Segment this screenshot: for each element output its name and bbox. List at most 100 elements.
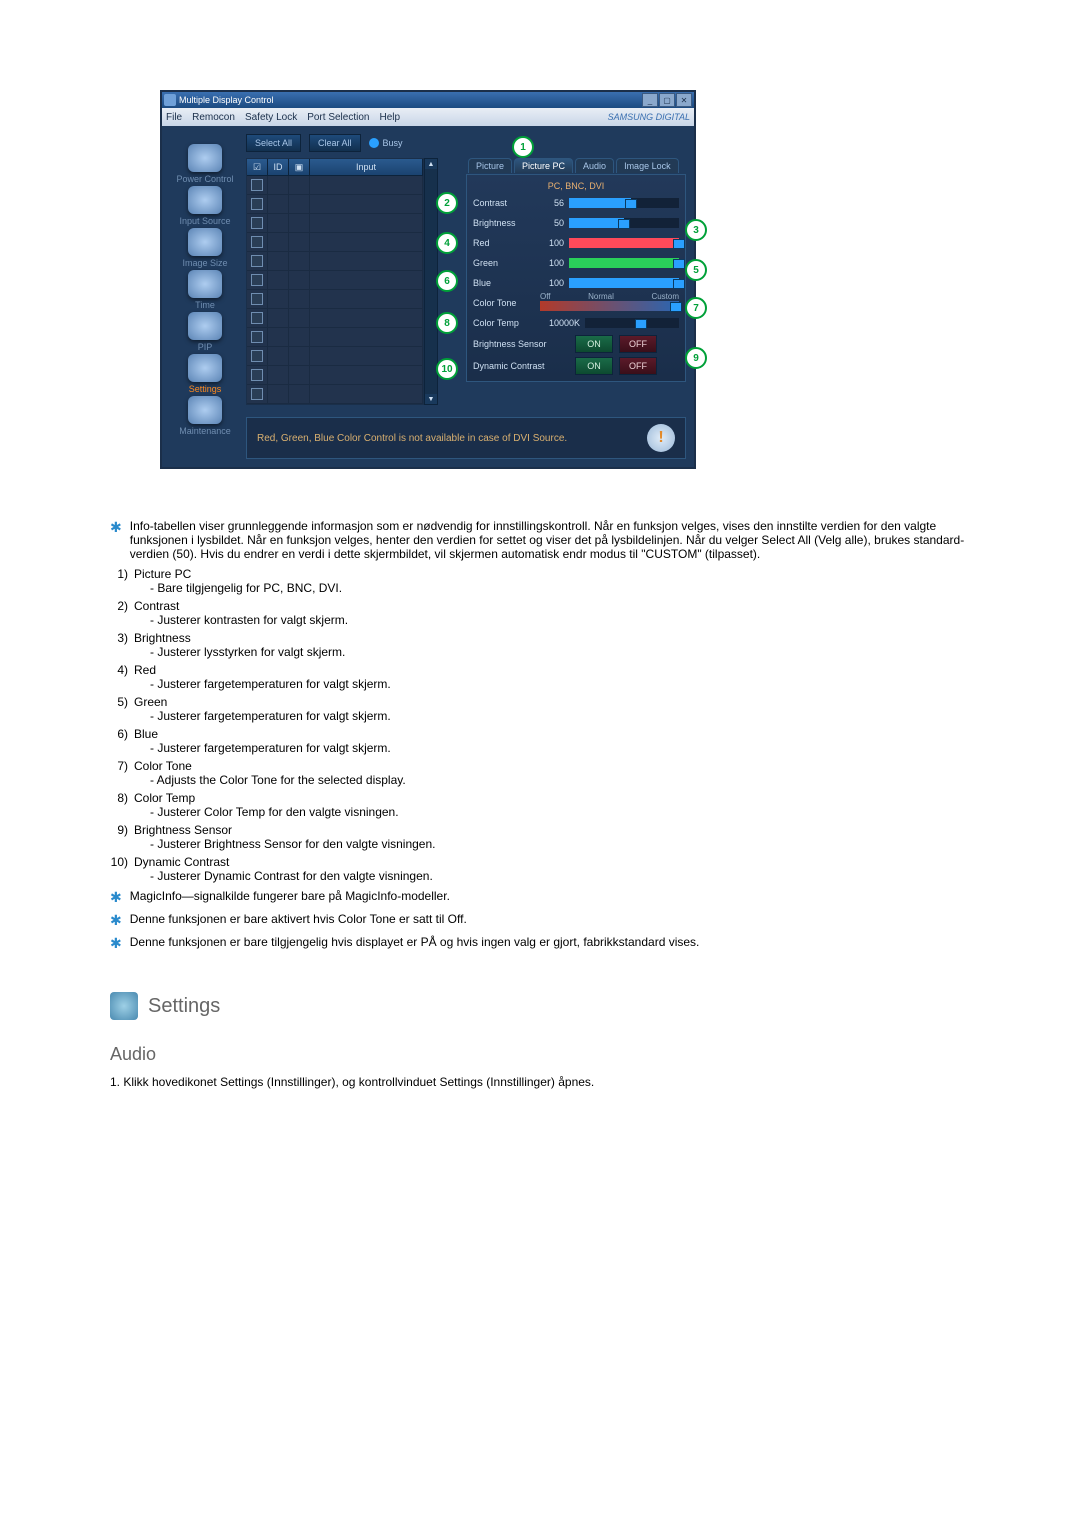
color-tone-slider[interactable] <box>540 301 679 311</box>
callout-2: 2 <box>436 192 458 214</box>
dynamic-contrast-off[interactable]: OFF <box>619 357 657 375</box>
menu-port-selection[interactable]: Port Selection <box>307 112 369 123</box>
sidebar-icon <box>188 270 222 298</box>
settings-panel: PC, BNC, DVI Contrast56Brightness50Red10… <box>466 174 686 382</box>
note-item: ✱MagicInfo—signalkilde fungerer bare på … <box>110 889 970 906</box>
callout-7: 7 <box>685 297 707 319</box>
green-slider[interactable] <box>569 258 679 268</box>
scroll-down-icon[interactable]: ▼ <box>425 394 437 404</box>
list-item: 1)Picture PC <box>110 567 970 581</box>
list-item: 9)Brightness Sensor <box>110 823 970 837</box>
close-button[interactable]: ✕ <box>676 93 692 107</box>
sidebar-item-power-control[interactable]: Power Control <box>176 144 233 184</box>
row-checkbox[interactable] <box>251 274 263 286</box>
brightness-sensor-on[interactable]: ON <box>575 335 613 353</box>
table-row[interactable] <box>247 233 423 252</box>
row-checkbox[interactable] <box>251 198 263 210</box>
star-icon: ✱ <box>110 889 122 906</box>
table-row[interactable] <box>247 176 423 195</box>
tab-image-lock[interactable]: Image Lock <box>616 158 679 173</box>
blue-slider[interactable] <box>569 278 679 288</box>
menu-safety-lock[interactable]: Safety Lock <box>245 112 297 123</box>
table-row[interactable] <box>247 309 423 328</box>
row-checkbox[interactable] <box>251 293 263 305</box>
note-item: ✱Denne funksjonen er bare tilgjengelig h… <box>110 935 970 952</box>
table-row[interactable] <box>247 271 423 290</box>
row-checkbox[interactable] <box>251 369 263 381</box>
row-dynamic-contrast: Dynamic Contrast ON OFF <box>473 356 679 376</box>
table-row[interactable] <box>247 252 423 271</box>
tab-picture-pc[interactable]: Picture PC <box>514 158 573 173</box>
table-row[interactable] <box>247 347 423 366</box>
sidebar-icon <box>188 312 222 340</box>
table-row[interactable] <box>247 290 423 309</box>
settings-section-title: Settings <box>148 995 220 1018</box>
sidebar-icon <box>188 144 222 172</box>
app-title: Multiple Display Control <box>179 95 642 105</box>
menu-remocon[interactable]: Remocon <box>192 112 235 123</box>
row-color-temp: Color Temp 10000K <box>473 314 679 332</box>
maximize-button[interactable]: ▢ <box>659 93 675 107</box>
row-color-tone: Color Tone Off Normal Custom <box>473 294 679 312</box>
menu-help[interactable]: Help <box>379 112 400 123</box>
th-id: ID <box>268 159 289 175</box>
busy-dot-icon <box>369 138 379 148</box>
dynamic-contrast-on[interactable]: ON <box>575 357 613 375</box>
sidebar-item-time[interactable]: Time <box>188 270 222 310</box>
sidebar-item-pip[interactable]: PIP <box>188 312 222 352</box>
color-temp-slider[interactable] <box>585 318 679 328</box>
table-row[interactable] <box>247 366 423 385</box>
audio-step-text: 1. Klikk hovedikonet Settings (Innstilli… <box>110 1075 970 1089</box>
clear-all-button[interactable]: Clear All <box>309 134 361 152</box>
table-row[interactable] <box>247 195 423 214</box>
row-checkbox[interactable] <box>251 179 263 191</box>
list-item: 4)Red <box>110 663 970 677</box>
list-item: 10)Dynamic Contrast <box>110 855 970 869</box>
row-checkbox[interactable] <box>251 331 263 343</box>
table-row[interactable] <box>247 328 423 347</box>
star-icon: ✱ <box>110 519 122 561</box>
minimize-button[interactable]: _ <box>642 93 658 107</box>
table-row[interactable] <box>247 214 423 233</box>
th-check: ☑ <box>247 159 268 175</box>
brightness-slider[interactable] <box>569 218 679 228</box>
list-item-desc: - Adjusts the Color Tone for the selecte… <box>150 773 970 787</box>
audio-subtitle: Audio <box>110 1044 970 1065</box>
row-contrast: Contrast56 <box>473 194 679 212</box>
busy-indicator: Busy <box>369 138 403 148</box>
footer-note: Red, Green, Blue Color Control is not av… <box>246 417 686 459</box>
row-checkbox[interactable] <box>251 217 263 229</box>
sidebar-icon <box>188 396 222 424</box>
callout-1: 1 <box>512 136 534 158</box>
row-checkbox[interactable] <box>251 236 263 248</box>
callout-6: 6 <box>436 270 458 292</box>
row-checkbox[interactable] <box>251 255 263 267</box>
tab-picture[interactable]: Picture <box>468 158 512 173</box>
list-item: 5)Green <box>110 695 970 709</box>
row-checkbox[interactable] <box>251 312 263 324</box>
list-item-desc: - Justerer fargetemperaturen for valgt s… <box>150 741 970 755</box>
star-icon: ✱ <box>110 935 122 952</box>
select-all-button[interactable]: Select All <box>246 134 301 152</box>
sidebar-item-settings[interactable]: Settings <box>188 354 222 394</box>
menu-file[interactable]: File <box>166 112 182 123</box>
contrast-slider[interactable] <box>569 198 679 208</box>
sidebar-item-maintenance[interactable]: Maintenance <box>179 396 231 436</box>
callout-4: 4 <box>436 232 458 254</box>
table-row[interactable] <box>247 385 423 404</box>
list-item: 7)Color Tone <box>110 759 970 773</box>
sidebar-item-input-source[interactable]: Input Source <box>179 186 230 226</box>
red-slider[interactable] <box>569 238 679 248</box>
callout-10: 10 <box>436 358 458 380</box>
row-checkbox[interactable] <box>251 350 263 362</box>
app-icon <box>164 94 176 106</box>
row-checkbox[interactable] <box>251 388 263 400</box>
settings-section-icon <box>110 992 138 1020</box>
list-item-desc: - Justerer Brightness Sensor for den val… <box>150 837 970 851</box>
callout-9: 9 <box>685 347 707 369</box>
tab-audio[interactable]: Audio <box>575 158 614 173</box>
brightness-sensor-off[interactable]: OFF <box>619 335 657 353</box>
sidebar-item-image-size[interactable]: Image Size <box>182 228 227 268</box>
scroll-up-icon[interactable]: ▲ <box>425 159 437 169</box>
list-item: 2)Contrast <box>110 599 970 613</box>
